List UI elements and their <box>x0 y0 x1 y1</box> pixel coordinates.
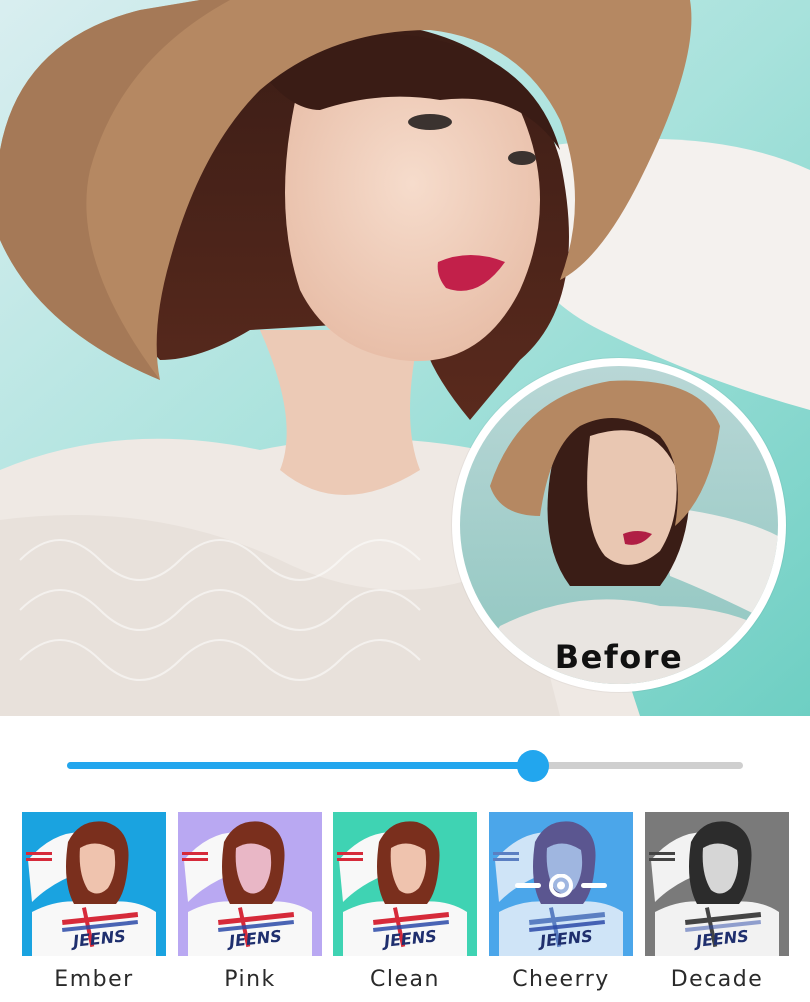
filter-clean[interactable]: JEENS Clean <box>333 812 477 992</box>
filter-list: JEENS Ember JEENS Pink JEENS Clean JEENS… <box>0 812 810 1002</box>
filter-label: Clean <box>370 967 440 992</box>
filter-label: Decade <box>670 967 764 992</box>
filter-pink[interactable]: JEENS Pink <box>178 812 322 992</box>
slider-thumb[interactable] <box>517 750 550 782</box>
filter-preview-image: JEENS <box>645 812 789 956</box>
filter-preview-image: JEENS <box>178 812 322 956</box>
filter-thumbnail[interactable]: JEENS <box>489 812 633 956</box>
filter-label: Ember <box>54 967 134 992</box>
filter-thumbnail[interactable]: JEENS <box>178 812 322 956</box>
filter-thumbnail[interactable]: JEENS <box>22 812 166 956</box>
filter-thumbnail[interactable]: JEENS <box>645 812 789 956</box>
filter-preview-image: JEENS <box>333 812 477 956</box>
before-photo: Before <box>460 366 778 684</box>
before-label: Before <box>554 638 684 676</box>
filter-thumbnail[interactable]: JEENS <box>333 812 477 956</box>
before-preview[interactable]: Before <box>452 358 786 692</box>
filter-ember[interactable]: JEENS Ember <box>22 812 166 992</box>
intensity-slider[interactable] <box>67 750 743 782</box>
adjust-icon[interactable] <box>515 874 607 898</box>
filter-cheerry[interactable]: JEENS Cheerry <box>489 812 633 992</box>
filter-preview-image: JEENS <box>22 812 166 956</box>
filter-label: Pink <box>224 967 276 992</box>
filter-decade[interactable]: JEENS Decade <box>645 812 789 992</box>
filter-label: Cheerry <box>512 967 610 992</box>
slider-fill <box>67 762 534 769</box>
